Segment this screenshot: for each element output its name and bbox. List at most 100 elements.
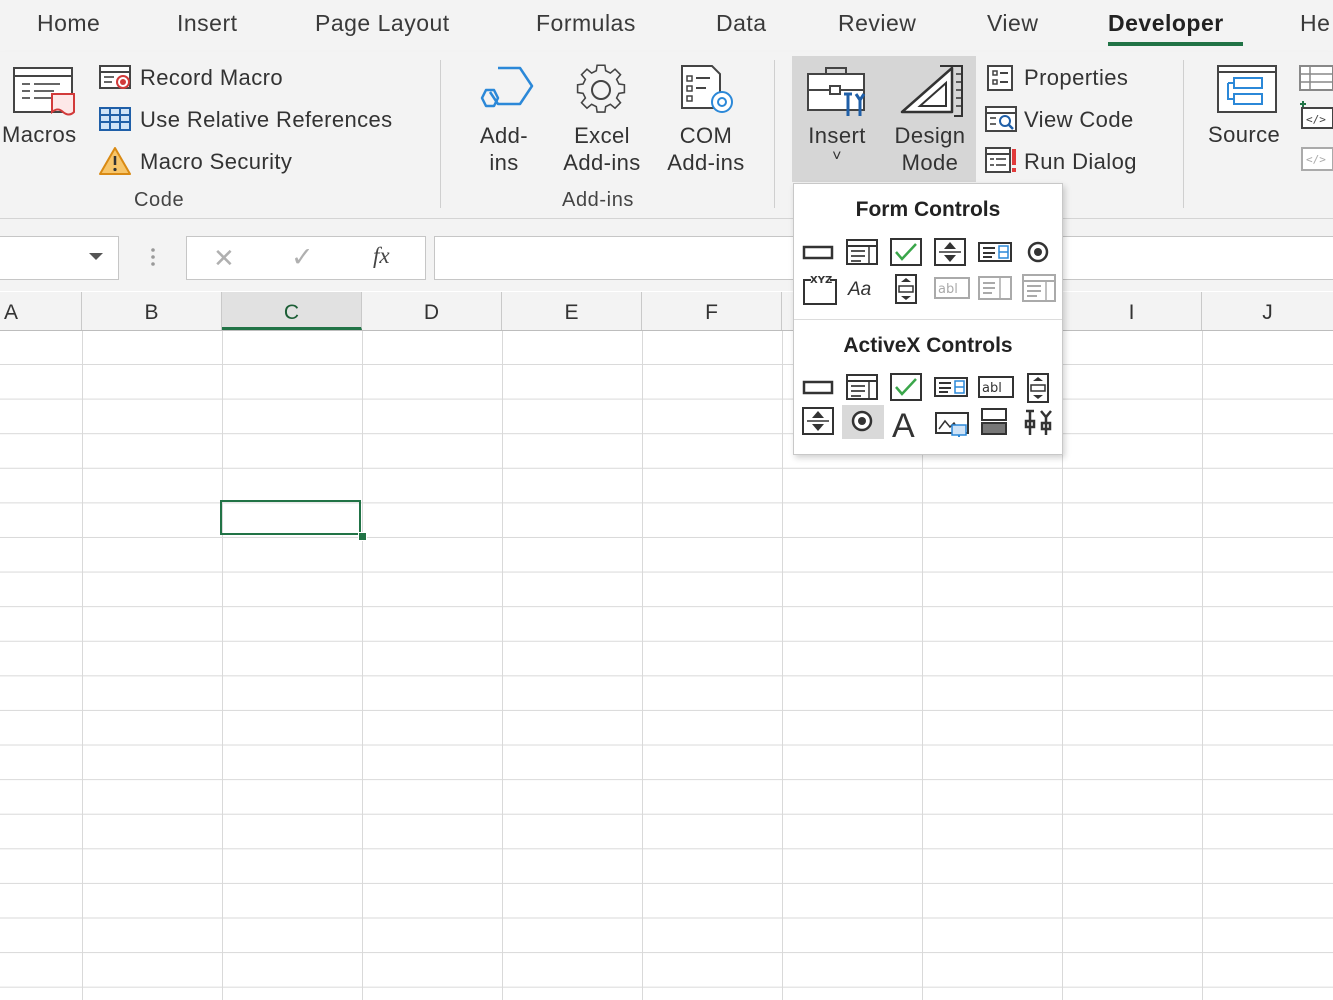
splitter-dots-icon[interactable]: [148, 246, 158, 268]
form-scroll-bar-control[interactable]: [886, 272, 926, 304]
ribbon: Macros Record Macro Use Relative Referen…: [0, 52, 1333, 219]
formula-buttons: ✕ ✓ fx: [186, 236, 426, 280]
tab-view[interactable]: View: [987, 10, 1038, 37]
list-box-icon: [934, 377, 968, 397]
fill-handle[interactable]: [358, 532, 367, 541]
design-mode-label-line2: Mode: [901, 150, 959, 175]
addins-label-line2: ins: [489, 150, 519, 175]
tab-developer[interactable]: Developer: [1108, 10, 1224, 37]
column-header-d[interactable]: D: [362, 292, 502, 330]
activex-label-control[interactable]: A: [886, 405, 926, 439]
com-addins-label-line1: COM: [679, 123, 733, 148]
svg-text:</>: </>: [1306, 153, 1326, 166]
record-macro-label: Record Macro: [140, 65, 283, 90]
tab-formulas[interactable]: Formulas: [536, 10, 636, 37]
label-icon-text: A: [892, 407, 915, 439]
text-box-icon: abl: [978, 376, 1014, 398]
chevron-down-icon: ˅: [832, 148, 842, 165]
activex-spin-button-control[interactable]: [798, 405, 838, 437]
form-button-control[interactable]: [798, 236, 838, 268]
group-separator: [774, 60, 775, 208]
form-combo-box-control[interactable]: [842, 236, 882, 268]
activex-combo-box-control[interactable]: [842, 371, 882, 403]
source-label: Source: [1208, 122, 1281, 147]
activex-image-control[interactable]: [930, 405, 970, 437]
use-relative-references-label: Use Relative References: [140, 107, 393, 132]
tab-help[interactable]: He: [1300, 10, 1330, 37]
gear-icon: [576, 64, 626, 113]
activex-command-button-control[interactable]: [798, 371, 838, 403]
macros-label: Macros: [2, 122, 77, 147]
xml-map-icons[interactable]: </> </>: [1298, 62, 1333, 180]
tab-insert[interactable]: Insert: [177, 10, 238, 37]
name-box[interactable]: [0, 236, 119, 280]
design-mode-icon: [900, 65, 963, 117]
group-separator: [440, 60, 441, 208]
tab-data[interactable]: Data: [716, 10, 767, 37]
form-group-box-control[interactable]: XYZ: [798, 272, 838, 305]
insert-label: Insert ˅: [792, 122, 882, 165]
macro-security-label: Macro Security: [140, 149, 293, 174]
column-header-c[interactable]: C: [222, 292, 362, 330]
group-box-icon-text: XYZ: [810, 275, 832, 286]
design-mode-label-line1: Design: [894, 123, 966, 148]
scroll-bar-icon: [895, 274, 917, 304]
worksheet-grid[interactable]: [0, 331, 1333, 1000]
addins-icon: [480, 66, 534, 108]
form-combo-dropdown-edit-control[interactable]: [1018, 272, 1058, 304]
active-tab-indicator: [1108, 42, 1243, 46]
scroll-bar-icon: [1027, 373, 1049, 403]
form-option-button-control[interactable]: [1018, 236, 1058, 268]
addins-label: Add- ins: [464, 122, 544, 176]
insert-label-text: Insert: [808, 123, 866, 148]
command-button-icon: [802, 380, 834, 395]
activex-text-box-control[interactable]: abl: [974, 371, 1014, 403]
button-icon: [802, 245, 834, 260]
insert-function-icon[interactable]: fx: [373, 243, 390, 269]
enter-icon[interactable]: ✓: [291, 242, 314, 273]
code-group-label: Code: [134, 189, 185, 211]
activex-scroll-bar-control[interactable]: [1018, 371, 1058, 403]
column-header-a[interactable]: A: [0, 292, 82, 330]
form-combo-list-edit-control[interactable]: [974, 272, 1014, 304]
tab-home[interactable]: Home: [37, 10, 100, 37]
ribbon-tab-bar: Home Insert Page Layout Formulas Data Re…: [0, 0, 1333, 52]
tab-page-layout[interactable]: Page Layout: [315, 10, 450, 37]
activex-more-controls[interactable]: [1018, 405, 1058, 437]
option-button-icon: [1027, 241, 1049, 263]
run-dialog-label: Run Dialog: [1024, 149, 1137, 174]
more-controls-icon: [1024, 409, 1052, 435]
activex-option-button-control[interactable]: [842, 405, 884, 439]
column-header-b[interactable]: B: [82, 292, 222, 330]
column-header-e[interactable]: E: [502, 292, 642, 330]
form-label-control[interactable]: Aa: [842, 272, 882, 304]
list-box-icon: [978, 242, 1012, 262]
addins-label-line1: Add-: [479, 123, 529, 148]
run-dialog-icon: [985, 147, 1016, 173]
text-field-icon: abl: [934, 277, 970, 299]
cancel-icon[interactable]: ✕: [213, 243, 235, 274]
active-cell[interactable]: [220, 500, 361, 535]
activex-list-box-control[interactable]: [930, 371, 970, 403]
check-box-icon: [890, 373, 922, 401]
column-header-j[interactable]: J: [1202, 292, 1333, 330]
form-list-box-control[interactable]: [974, 236, 1014, 268]
column-header-f[interactable]: F: [642, 292, 782, 330]
chevron-down-icon[interactable]: [88, 252, 104, 262]
form-text-field-control[interactable]: abl: [930, 272, 970, 304]
tab-review[interactable]: Review: [838, 10, 916, 37]
relative-references-icon: [99, 107, 131, 131]
form-check-box-control[interactable]: [886, 236, 926, 268]
combo-list-edit-icon: [978, 276, 1012, 300]
dropdown-divider: [794, 319, 1062, 320]
activex-controls-heading: ActiveX Controls: [843, 334, 1013, 357]
option-button-icon: [851, 410, 873, 432]
excel-addins-label: Excel Add-ins: [552, 122, 652, 176]
column-header-i[interactable]: I: [1062, 292, 1202, 330]
activex-toggle-button-control[interactable]: [974, 405, 1014, 437]
form-spin-button-control[interactable]: [930, 236, 970, 268]
check-box-icon: [890, 238, 922, 266]
toggle-button-icon: [981, 408, 1007, 435]
addins-group-label: Add-ins: [562, 189, 635, 211]
activex-check-box-control[interactable]: [886, 371, 926, 403]
